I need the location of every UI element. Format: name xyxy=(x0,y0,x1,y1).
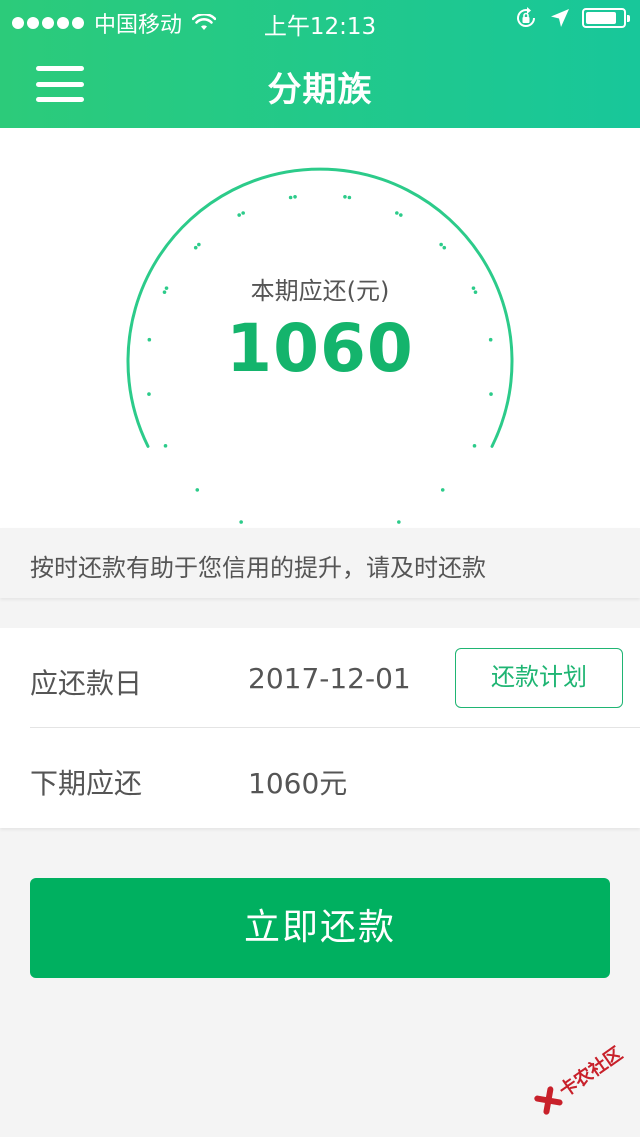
notice-text: 按时还款有助于您信用的提升，请及时还款 xyxy=(30,554,486,582)
gauge-tick-dot xyxy=(239,520,243,524)
due-date-label: 应还款日 xyxy=(30,667,143,700)
gauge-tick-dot xyxy=(293,195,297,199)
next-due-value: 1060元 xyxy=(248,767,348,800)
watermark: 卡农社区 xyxy=(518,1017,640,1137)
due-date-value: 2017-12-01 xyxy=(248,662,411,695)
gauge-outer-arc xyxy=(126,167,514,448)
gauge-tick-dot xyxy=(193,245,198,250)
battery-fill xyxy=(586,12,616,24)
gauge-tick-dot xyxy=(442,245,447,250)
status-bar: 中国移动 上午12:13 xyxy=(0,0,640,40)
due-date-row: 应还款日 2017-12-01 还款计划 xyxy=(0,628,640,728)
page-title: 分期族 xyxy=(267,70,373,110)
gauge-tick-dot xyxy=(439,242,443,247)
nav-bar: 分期族 xyxy=(0,40,640,128)
current-due-amount: 1060 xyxy=(226,310,414,387)
current-due-label: 本期应还(元) xyxy=(250,277,390,305)
repayment-notice: 按时还款有助于您信用的提升，请及时还款 xyxy=(0,528,640,598)
repayment-plan-button[interactable]: 还款计划 xyxy=(455,648,623,708)
location-arrow-icon xyxy=(551,9,569,27)
gauge-tick-dot xyxy=(237,213,241,217)
pay-now-button[interactable]: 立即还款 xyxy=(30,878,610,978)
gauge-tick-dot xyxy=(347,195,352,200)
gauge-tick-dot xyxy=(397,520,401,524)
repayment-gauge-card: 本期应还(元) 1060 xyxy=(0,128,640,528)
gauge-tick-dot xyxy=(241,211,245,215)
gauge-tick-dot xyxy=(440,488,445,492)
gauge-tick-dot xyxy=(147,392,151,396)
gauge-tick-dot xyxy=(395,211,399,215)
next-due-label: 下期应还 xyxy=(30,767,143,800)
gauge-tick-dot xyxy=(472,444,477,448)
next-due-row: 下期应还 1060元 xyxy=(0,728,640,828)
gauge-tick-dot xyxy=(343,195,347,199)
gauge-tick-dot xyxy=(195,488,200,492)
repayment-info: 应还款日 2017-12-01 还款计划 下期应还 1060元 xyxy=(0,628,640,828)
status-right xyxy=(514,6,630,30)
rotation-lock-icon xyxy=(517,7,536,27)
gauge-tick-dot xyxy=(163,444,168,448)
gauge-tick-dot xyxy=(489,392,493,396)
gauge-tick-dot xyxy=(197,242,201,247)
gauge-tick-dot xyxy=(288,195,293,200)
gauge-tick-dot xyxy=(399,213,403,217)
battery-icon xyxy=(582,8,630,28)
watermark-text: 卡农社区 xyxy=(555,1043,627,1102)
app-header: 中国移动 上午12:13 分期族 xyxy=(0,0,640,128)
